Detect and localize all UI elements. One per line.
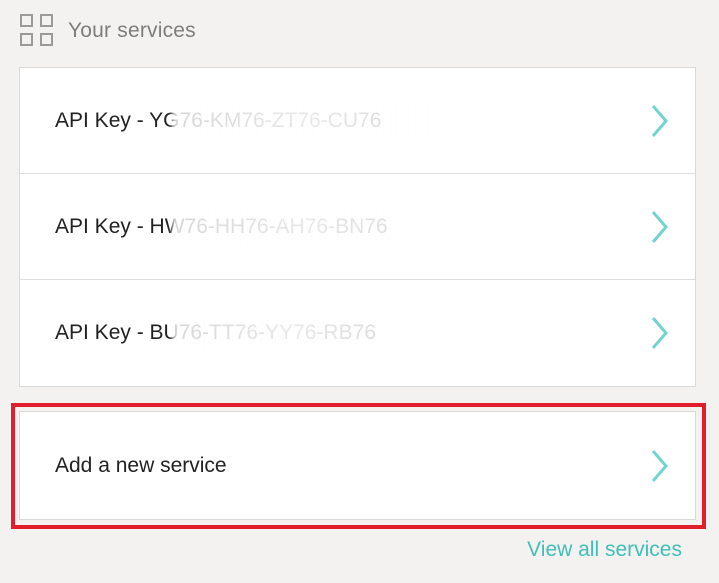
service-label: API Key - BU76-TT76-YY76-RB76 [55,321,376,345]
add-new-service-button[interactable]: Add a new service [19,411,696,520]
service-row-1[interactable]: API Key - YG76-KM76-ZT76-CU76 [20,68,695,174]
chevron-right-icon [645,207,675,247]
services-page: Your services API Key - YG76-KM76-ZT76-C… [0,0,719,583]
service-row-2[interactable]: API Key - HW76-HH76-AH76-BN76 [20,174,695,280]
services-header: Your services [20,13,196,49]
service-row-3[interactable]: API Key - BU76-TT76-YY76-RB76 [20,280,695,386]
service-label-prefix: API Key - [55,108,150,132]
chevron-right-icon [645,101,675,141]
service-api-key: BU76-TT76-YY76-RB76 [149,321,376,344]
service-api-key: HW76-HH76-AH76-BN76 [149,214,388,238]
add-service-label: Add a new service [55,453,227,477]
service-label: API Key - YG76-KM76-ZT76-CU76 [55,109,381,133]
service-label-prefix: API Key - [55,214,150,238]
chevron-right-icon [645,313,675,353]
view-all-services-link[interactable]: View all services [527,538,682,562]
services-list: API Key - YG76-KM76-ZT76-CU76 API Key - … [19,67,696,387]
grid-icon [20,14,54,48]
page-title: Your services [68,19,196,42]
service-api-key: YG76-KM76-ZT76-CU76 [149,108,382,132]
service-label: API Key - HW76-HH76-AH76-BN76 [55,215,388,239]
chevron-right-icon [645,446,675,486]
service-label-prefix: API Key - [55,321,150,344]
